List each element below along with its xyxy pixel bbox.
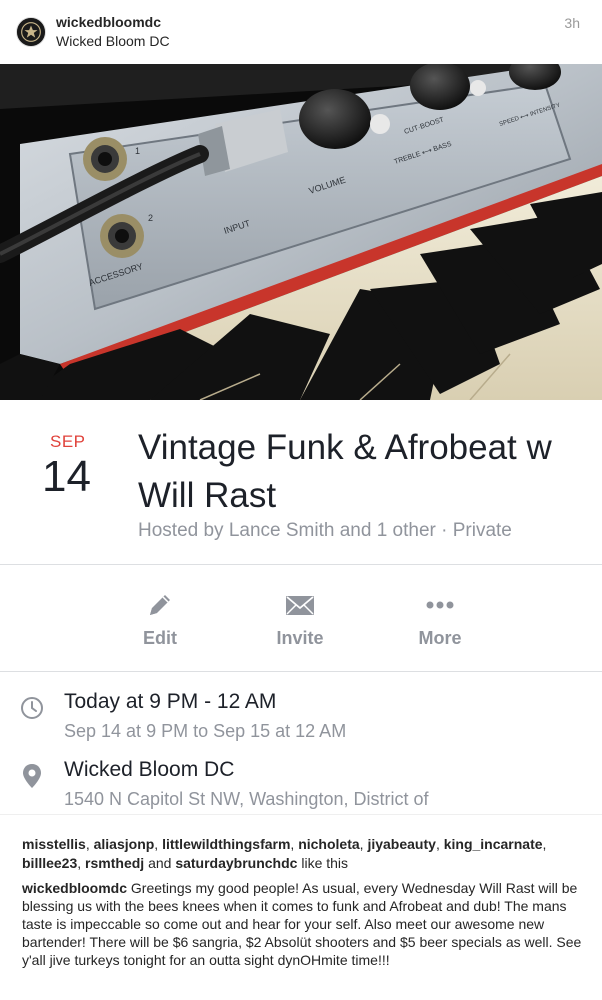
- liker-username[interactable]: king_incarnate: [444, 836, 543, 852]
- post-header: wickedbloomdc Wicked Bloom DC 3h: [0, 0, 602, 64]
- bloom-logo-icon: [17, 18, 45, 46]
- post-photo[interactable]: ACCESSORY INPUT VOLUME TREBLE ⟷ BASS CUT…: [0, 64, 602, 814]
- invite-label: Invite: [276, 628, 324, 648]
- liker-username[interactable]: littlewildthingsfarm: [162, 836, 290, 852]
- likes-line: misstellis, aliasjonp, littlewildthingsf…: [22, 836, 547, 871]
- post-timestamp: 3h: [564, 15, 580, 31]
- event-cover-image: ACCESSORY INPUT VOLUME TREBLE ⟷ BASS CUT…: [0, 64, 602, 400]
- event-time-range: Sep 14 at 9 PM to Sep 15 at 12 AM: [64, 721, 347, 741]
- avatar[interactable]: [16, 17, 46, 47]
- event-time[interactable]: Today at 9 PM - 12 AM: [64, 690, 276, 714]
- edit-button[interactable]: Edit: [110, 589, 210, 659]
- liker-username[interactable]: nicholeta: [298, 836, 359, 852]
- envelope-icon: [286, 596, 314, 615]
- liker-username[interactable]: misstellis: [22, 836, 86, 852]
- event-card[interactable]: SEP 14 Vintage Funk & Afrobeat w Will Ra…: [0, 400, 602, 564]
- pencil-icon: [150, 595, 170, 615]
- caption-username[interactable]: wickedbloomdc: [22, 880, 127, 896]
- more-button[interactable]: More: [390, 589, 490, 659]
- liker-username[interactable]: aliasjonp: [94, 836, 155, 852]
- clock-icon: [21, 697, 43, 719]
- location-pin-icon: [23, 764, 41, 788]
- event-day: 14: [42, 452, 91, 501]
- event-location-name[interactable]: Wicked Bloom DC: [64, 758, 234, 782]
- liker-username[interactable]: saturdaybrunchdc: [175, 855, 297, 871]
- post-username[interactable]: wickedbloomdc: [56, 14, 161, 30]
- more-dots-icon: [426, 601, 454, 609]
- post-caption: wickedbloomdc Greetings my good people! …: [22, 879, 582, 969]
- liker-username[interactable]: billlee23: [22, 855, 77, 871]
- event-title[interactable]: Vintage Funk & Afrobeat w Will Rast: [138, 424, 578, 520]
- liker-username[interactable]: jiyabeauty: [367, 836, 435, 852]
- event-actions: Edit Invite More: [0, 565, 602, 671]
- panel-label-jack-1: 1: [135, 146, 140, 156]
- post-footer: misstellis, aliasjonp, littlewildthingsf…: [0, 814, 602, 1000]
- post-location[interactable]: Wicked Bloom DC: [56, 33, 170, 49]
- likes-suffix: like this: [301, 855, 349, 871]
- event-month: SEP: [50, 432, 86, 451]
- edit-label: Edit: [143, 628, 177, 648]
- invite-button[interactable]: Invite: [250, 589, 350, 659]
- event-details: Today at 9 PM - 12 AM Sep 14 at 9 PM to …: [0, 672, 602, 814]
- more-label: More: [418, 628, 462, 648]
- likes-and-word: and: [148, 855, 172, 871]
- liker-username[interactable]: rsmthedj: [85, 855, 144, 871]
- electric-piano-image: ACCESSORY INPUT VOLUME TREBLE ⟷ BASS CUT…: [0, 64, 602, 400]
- event-host-line[interactable]: Hosted by Lance Smith and 1 other · Priv…: [138, 520, 512, 542]
- event-location-address[interactable]: 1540 N Capitol St NW, Washington, Distri…: [64, 789, 428, 810]
- panel-label-jack-2: 2: [148, 213, 153, 223]
